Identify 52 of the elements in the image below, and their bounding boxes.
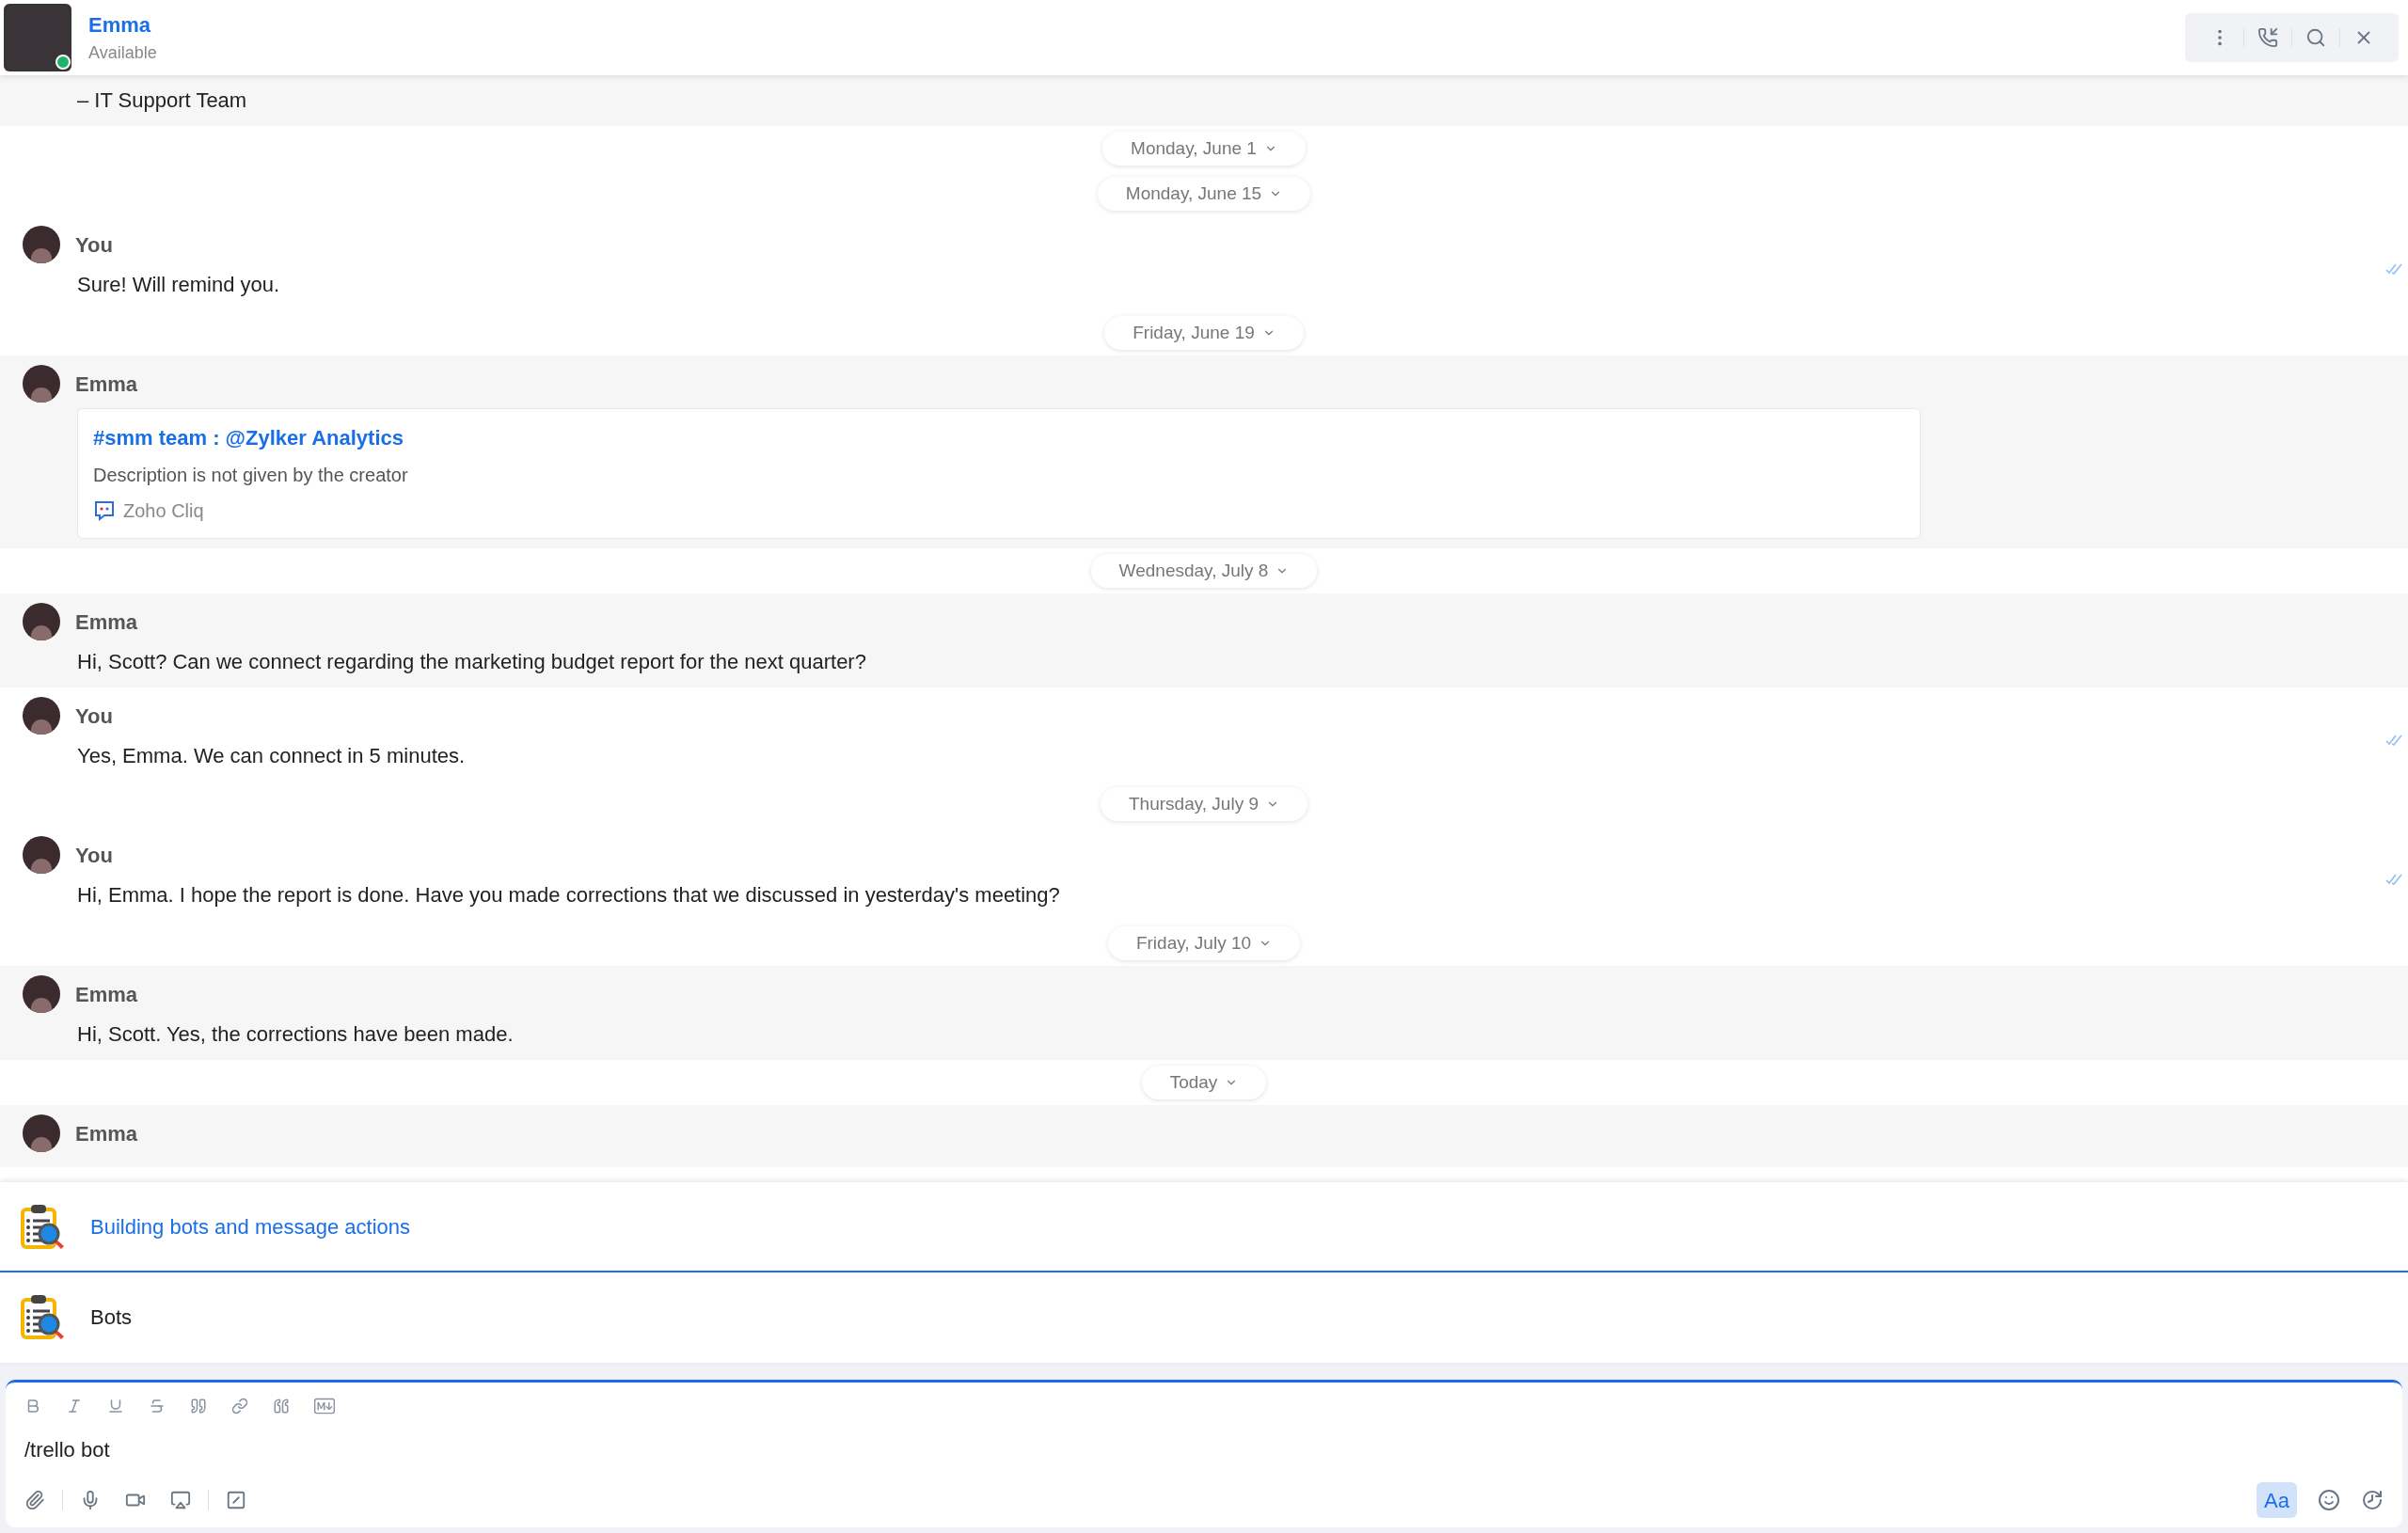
contact-status: Available [88,42,157,64]
sender-name: Emma [75,1120,138,1147]
sender-name: Emma [75,981,138,1008]
card-title-link[interactable]: #smm team : @Zylker Analytics [93,422,1905,453]
clock-icon[interactable] [2361,1489,2384,1511]
italic-icon[interactable] [66,1398,83,1414]
suggestion-item[interactable]: Bots [0,1272,2408,1363]
date-chip[interactable]: Monday, June 1 [1102,132,1306,166]
link-icon[interactable] [231,1398,248,1414]
date-chip[interactable]: Wednesday, July 8 [1090,554,1318,588]
screen-share-icon[interactable] [170,1490,191,1510]
date-chip[interactable]: Friday, June 19 [1104,316,1304,350]
avatar [23,697,60,735]
emoji-icon[interactable] [2318,1489,2340,1511]
avatar [23,836,60,874]
card-description: Description is not given by the creator [93,464,409,487]
message-text: Hi, Scott. Yes, the corrections have been made. [77,1021,515,1048]
format-toggle-button[interactable]: Aa [2257,1482,2297,1518]
message-text: Hi, Emma. I hope the report is done. Have you made corrections that we discussed in yesterday's meeting? [77,882,1061,909]
phone-icon[interactable] [2258,27,2278,48]
message-text: – IT Support Team [77,87,248,114]
sender-name: Emma [75,608,138,636]
underline-icon[interactable] [107,1398,124,1414]
suggestion-item[interactable]: Building bots and message actions [0,1182,2408,1272]
date-chip[interactable]: Today [1141,1066,1267,1099]
chat-logo-icon [93,499,116,522]
attachment-icon[interactable] [24,1490,45,1510]
contact-name: Emma [88,12,152,39]
date-chip[interactable]: Friday, July 10 [1107,926,1301,960]
avatar [23,975,60,1013]
avatar [23,603,60,640]
search-icon[interactable] [2305,27,2326,48]
message-text: Yes, Emma. We can connect in 5 minutes. [77,743,467,769]
strikethrough-icon[interactable] [149,1398,166,1414]
quote-icon[interactable] [273,1398,290,1414]
quote-icon[interactable] [190,1398,207,1414]
date-chip[interactable]: Monday, June 15 [1097,177,1311,211]
avatar [23,226,60,263]
sender-name: You [75,231,113,259]
sender-name: You [75,703,113,730]
message-input[interactable]: /trello bot Aa [6,1380,2402,1527]
slash-command-icon[interactable] [226,1490,246,1510]
avatar [23,365,60,403]
date-chip[interactable]: Thursday, July 9 [1101,787,1307,821]
profile-photo [4,4,71,71]
markdown-icon[interactable] [314,1396,335,1416]
sender-name: Emma [75,371,138,398]
avatar [23,1114,60,1152]
message-text: Hi, Scott? Can we connect regarding the marketing budget report for the next quarter? [77,649,867,675]
message-text: Sure! Will remind you. [77,272,281,298]
sender-name: You [75,842,113,869]
card-source: Zoho Cliq [123,499,204,523]
